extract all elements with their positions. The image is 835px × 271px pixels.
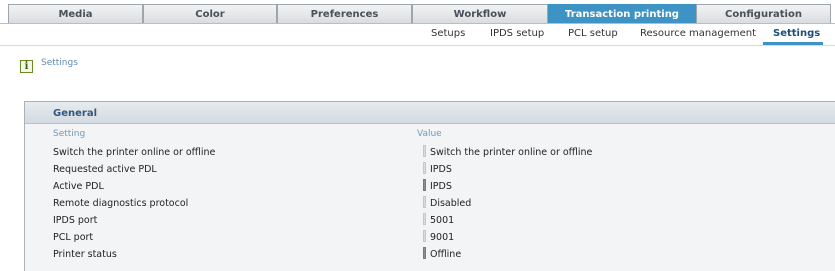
panel-title: General [53,108,97,119]
tab-transaction-printing[interactable]: Transaction printing [548,4,696,23]
subtab-setups[interactable]: Setups [431,28,465,39]
table-row[interactable]: Switch the printer online or offline Swi… [25,144,835,161]
setting-value: IPDS [430,164,452,175]
setting-label: PCL port [53,232,94,243]
row-marker [423,230,426,242]
row-marker [423,145,426,157]
table-row[interactable]: Requested active PDL IPDS [25,161,835,178]
table-row[interactable]: Remote diagnostics protocol Disabled [25,195,835,212]
setting-label: IPDS port [53,215,98,226]
general-panel: General Setting Value Switch the printer… [24,101,835,271]
subtab-settings[interactable]: Settings [773,28,820,39]
table-row[interactable]: PCL port 9001 [25,229,835,246]
row-marker [423,179,426,191]
tab-media[interactable]: Media [8,4,143,23]
tab-configuration[interactable]: Configuration [696,4,831,23]
sub-tab-bar: Setups IPDS setup PCL setup Resource man… [0,24,835,46]
setting-label: Remote diagnostics protocol [53,198,189,209]
tab-workflow[interactable]: Workflow [412,4,548,23]
setting-label: Active PDL [53,181,104,192]
table-row[interactable]: Printer status Offline [25,246,835,263]
subtab-resource-management[interactable]: Resource management [640,28,756,39]
column-header-setting: Setting [53,129,86,139]
row-marker [423,196,426,208]
setting-label: Printer status [53,249,117,260]
setting-value: IPDS [430,181,452,192]
tab-preferences[interactable]: Preferences [277,4,412,23]
setting-value: 5001 [430,215,455,226]
setting-value: Disabled [430,198,472,209]
row-marker [423,213,426,225]
main-tab-bar: Media Color Preferences Workflow Transac… [0,0,835,24]
setting-value: Switch the printer online or offline [430,147,593,158]
row-marker [423,247,426,259]
page-title: Settings [41,58,78,68]
subtab-pcl-setup[interactable]: PCL setup [568,28,618,39]
table-row[interactable]: Active PDL IPDS [25,178,835,195]
info-icon: i [20,60,33,73]
subtab-ipds-setup[interactable]: IPDS setup [490,28,544,39]
tab-color[interactable]: Color [143,4,277,23]
active-subtab-indicator [763,42,823,45]
setting-value: Offline [430,249,462,260]
column-header-value: Value [417,129,442,139]
setting-label: Requested active PDL [53,164,157,175]
setting-label: Switch the printer online or offline [53,147,216,158]
row-marker [423,162,426,174]
table-row[interactable]: IPDS port 5001 [25,212,835,229]
panel-header: General [25,102,835,124]
setting-value: 9001 [430,232,455,243]
